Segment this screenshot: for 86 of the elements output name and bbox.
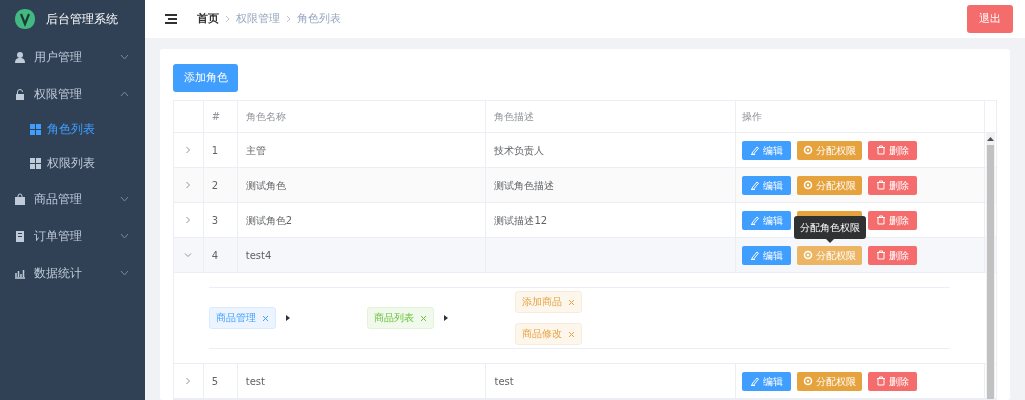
delete-button[interactable]: 删除 xyxy=(868,245,918,265)
breadcrumb-item: 角色列表 xyxy=(297,10,341,27)
row-number: 4 xyxy=(211,248,219,263)
pencil-icon xyxy=(750,250,761,260)
permission-tag: 添加商品 xyxy=(515,291,582,313)
permission-tag: 商品修改 xyxy=(515,323,582,345)
role-name: 测试角色 xyxy=(245,178,286,193)
chevron-right-icon[interactable] xyxy=(184,181,193,189)
gear-icon xyxy=(803,145,814,155)
gear-icon xyxy=(803,376,814,386)
role-name: 测试角色2 xyxy=(245,213,293,228)
row-number: 5 xyxy=(211,374,219,389)
close-icon[interactable] xyxy=(420,314,427,322)
menu-item[interactable]: 数据统计 xyxy=(0,254,145,291)
grid-icon xyxy=(30,123,41,135)
logout-button[interactable]: 退出 xyxy=(967,5,1013,33)
gear-icon xyxy=(803,250,814,260)
role-name: test4 xyxy=(245,248,272,263)
submenu-item[interactable]: 角色列表 xyxy=(0,112,145,146)
role-description: 测试角色描述 xyxy=(494,178,555,193)
edit-button[interactable]: 编辑 xyxy=(742,210,792,230)
submenu-item[interactable]: 权限列表 xyxy=(0,146,145,180)
chevron-right-icon[interactable] xyxy=(184,146,193,154)
user-icon xyxy=(14,50,26,63)
menu-icon[interactable] xyxy=(165,14,177,24)
row-number: 2 xyxy=(211,178,219,193)
close-icon[interactable] xyxy=(568,330,575,338)
chevron-right-icon xyxy=(286,15,291,23)
delete-button[interactable]: 删除 xyxy=(868,140,918,160)
trash-icon xyxy=(876,215,887,225)
permission-tag: 商品管理 xyxy=(209,307,276,329)
pencil-icon xyxy=(750,376,761,386)
grid-icon xyxy=(30,157,41,169)
column-header: 角色描述 xyxy=(494,110,535,124)
column-header: 角色名称 xyxy=(245,110,286,124)
trash-icon xyxy=(876,145,887,155)
edit-button[interactable]: 编辑 xyxy=(742,371,792,391)
delete-button[interactable]: 删除 xyxy=(868,371,918,391)
menu-item[interactable]: 用户管理 xyxy=(0,38,145,75)
delete-button[interactable]: 删除 xyxy=(868,210,918,230)
clipboard-icon xyxy=(14,229,26,242)
role-description: 测试描述12 xyxy=(494,213,548,228)
delete-button[interactable]: 删除 xyxy=(868,175,918,195)
edit-button[interactable]: 编辑 xyxy=(742,140,792,160)
pencil-icon xyxy=(750,145,761,155)
trash-icon xyxy=(876,180,887,190)
edit-button[interactable]: 编辑 xyxy=(742,245,792,265)
caret-right-icon xyxy=(286,315,290,321)
app-title: 后台管理系统 xyxy=(46,11,118,28)
chevron-right-icon xyxy=(225,15,230,23)
scrollbar-thumb[interactable] xyxy=(987,145,994,399)
role-name: test xyxy=(245,374,265,389)
assign-permission-button[interactable]: 分配权限 xyxy=(797,245,863,265)
breadcrumb-item[interactable]: 权限管理 xyxy=(236,10,280,28)
permission-tag: 商品列表 xyxy=(367,307,434,329)
row-number: 3 xyxy=(211,213,219,228)
lock-icon xyxy=(14,87,26,100)
menu-item[interactable]: 订单管理 xyxy=(0,217,145,254)
pencil-icon xyxy=(750,180,761,190)
role-description: 技术负责人 xyxy=(494,143,545,158)
row-number: 1 xyxy=(211,143,219,158)
close-icon[interactable] xyxy=(262,314,269,322)
pencil-icon xyxy=(750,215,761,225)
chevron-right-icon[interactable] xyxy=(184,377,193,385)
edit-button[interactable]: 编辑 xyxy=(742,175,792,195)
gear-icon xyxy=(803,180,814,190)
chevron-down-icon[interactable] xyxy=(184,251,193,259)
role-description: test xyxy=(494,374,514,389)
role-name: 主管 xyxy=(245,143,266,158)
menu-item[interactable]: 商品管理 xyxy=(0,180,145,217)
assign-permission-button[interactable]: 分配权限 xyxy=(797,175,863,195)
chevron-right-icon[interactable] xyxy=(184,216,193,224)
logo-icon xyxy=(14,8,36,30)
assign-permission-button[interactable]: 分配权限 xyxy=(797,140,863,160)
column-header: 操作 xyxy=(742,110,763,124)
column-header: # xyxy=(211,110,221,124)
breadcrumb-item[interactable]: 首页 xyxy=(197,10,219,28)
add-role-button[interactable]: 添加角色 xyxy=(173,64,238,92)
assign-permission-button[interactable]: 分配权限 xyxy=(797,371,863,391)
menu-item[interactable]: 权限管理 xyxy=(0,75,145,112)
close-icon[interactable] xyxy=(568,298,575,306)
trash-icon xyxy=(876,250,887,260)
trash-icon xyxy=(876,376,887,386)
scroll-up-icon[interactable] xyxy=(987,137,994,141)
caret-right-icon xyxy=(444,315,448,321)
bag-icon xyxy=(14,192,26,205)
